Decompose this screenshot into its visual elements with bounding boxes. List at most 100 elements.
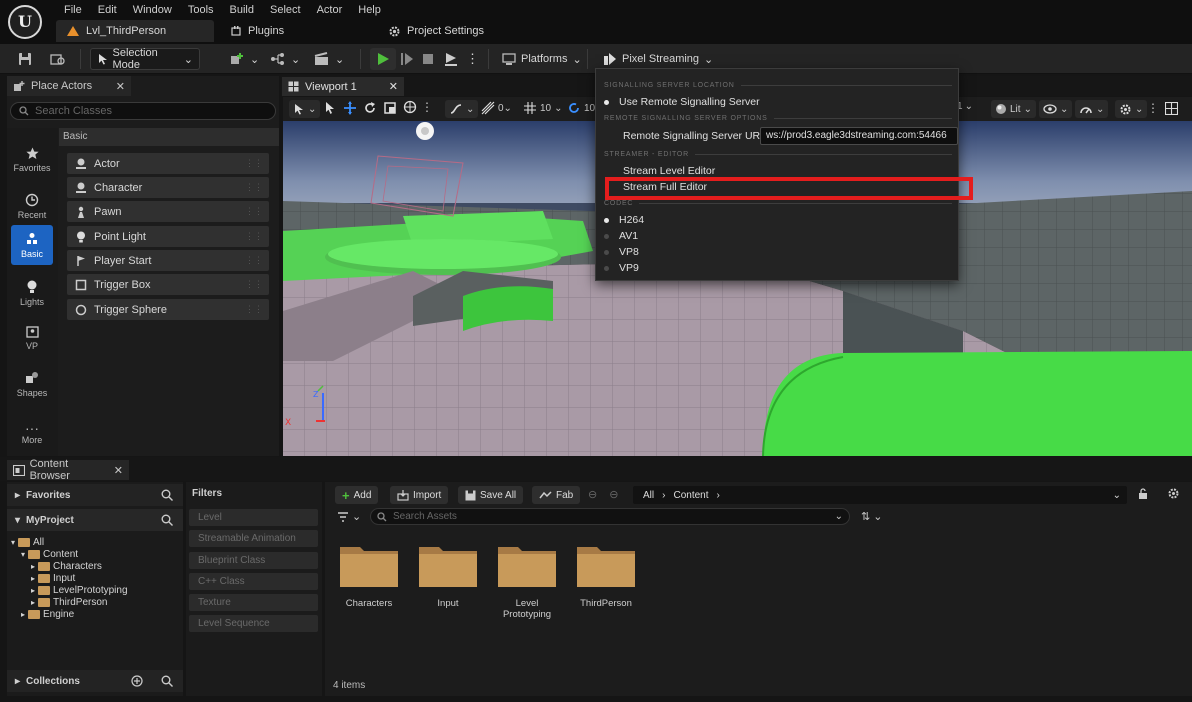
use-remote-signalling-option[interactable]: Use Remote Signalling Server — [604, 94, 760, 110]
category-favorites[interactable]: Favorites — [11, 140, 53, 180]
import-button[interactable]: Import — [390, 486, 449, 504]
actor-item-actor[interactable]: Actor ⋮⋮ — [67, 153, 269, 174]
favorites-header[interactable]: ▸ Favorites — [7, 484, 183, 506]
tab-plugins[interactable]: Plugins — [220, 20, 294, 42]
unreal-logo-icon[interactable]: U — [8, 5, 42, 39]
category-shapes[interactable]: Shapes — [11, 364, 53, 404]
category-recent[interactable]: Recent — [11, 186, 53, 226]
save-all-button[interactable]: Save All — [458, 486, 524, 504]
codec-vp8-option[interactable]: VP8 — [604, 244, 639, 260]
add-circle-icon[interactable] — [131, 675, 143, 687]
pixel-streaming-dropdown[interactable]: Pixel Streaming ⌄ — [597, 48, 719, 70]
tree-item-engine[interactable]: ▸ Engine — [21, 608, 74, 620]
menu-help[interactable]: Help — [350, 2, 389, 18]
tab-place-actors[interactable]: Place Actors ✕ — [7, 76, 131, 96]
chevron-down-icon[interactable]: ⌄ — [835, 511, 843, 522]
fab-button[interactable]: Fab — [532, 486, 581, 504]
filter-blueprint-class[interactable]: Blueprint Class — [189, 552, 318, 569]
folder-input[interactable]: Input — [412, 542, 484, 609]
lock-icon[interactable] — [1137, 487, 1149, 500]
breadcrumb-content[interactable]: Content — [673, 490, 708, 501]
tree-item-content[interactable]: ▾ Content — [21, 548, 78, 560]
add-button[interactable]: + Add — [335, 486, 379, 504]
search-icon[interactable] — [161, 514, 173, 526]
world-local-toggle[interactable]: ⋮ — [403, 100, 433, 114]
surface-snap-button[interactable]: ⌄ — [445, 100, 479, 118]
browse-icon[interactable] — [44, 48, 72, 70]
menu-actor[interactable]: Actor — [309, 2, 351, 18]
folder-characters[interactable]: Characters — [333, 542, 405, 609]
codec-h264-option[interactable]: H264 — [604, 212, 644, 228]
close-icon[interactable]: ✕ — [116, 80, 125, 93]
cinematics-button[interactable]: ⌄ — [308, 48, 350, 70]
folder-level-prototyping[interactable]: Level Prototyping — [491, 542, 563, 620]
search-assets-input[interactable]: Search Assets ⌄ — [370, 508, 850, 525]
sort-dropdown[interactable]: ⇅ ⌄ — [861, 510, 882, 523]
filter-level-sequence[interactable]: Level Sequence — [189, 615, 318, 632]
filter-streamable-animation[interactable]: Streamable Animation — [189, 530, 318, 547]
move-icon[interactable] — [343, 101, 357, 115]
search-icon[interactable] — [161, 489, 173, 501]
close-icon[interactable]: ✕ — [114, 464, 123, 477]
camera-speed[interactable]: 1 ⌄ — [957, 101, 973, 112]
rotation-snap-toggle[interactable]: 10 — [567, 101, 595, 115]
close-icon[interactable]: ✕ — [389, 80, 398, 93]
platforms-dropdown[interactable]: Platforms ⌄ — [496, 48, 588, 70]
menu-file[interactable]: File — [56, 2, 90, 18]
tab-level[interactable]: Lvl_ThirdPerson — [56, 20, 214, 42]
category-more[interactable]: ··· More — [11, 414, 53, 454]
menu-tools[interactable]: Tools — [180, 2, 222, 18]
save-icon[interactable] — [12, 48, 38, 70]
viewport-settings-dropdown[interactable]: ⌄ — [1115, 100, 1148, 118]
tree-item-thirdperson[interactable]: ▸ ThirdPerson — [31, 596, 107, 608]
tree-item-input[interactable]: ▸ Input — [31, 572, 75, 584]
location-snap-toggle[interactable]: 10 ⌄ — [523, 101, 563, 115]
tree-item-levelprototyping[interactable]: ▸ LevelPrototyping — [31, 584, 128, 596]
menu-edit[interactable]: Edit — [90, 2, 125, 18]
actor-item-trigger-box[interactable]: Trigger Box ⋮⋮ — [67, 274, 269, 295]
signalling-url-field[interactable]: ws://prod3.eagle3dstreaming.com:54466 — [760, 127, 958, 145]
add-content-button[interactable]: ⌄ — [223, 48, 265, 70]
tab-viewport-1[interactable]: Viewport 1 ✕ — [282, 77, 404, 96]
layout-icon[interactable] — [1165, 101, 1178, 115]
play-options-icon[interactable]: ⋮ — [460, 48, 485, 70]
filter-cpp-class[interactable]: C++ Class — [189, 573, 318, 590]
rotate-icon[interactable] — [363, 101, 377, 115]
select-icon[interactable] — [323, 101, 337, 115]
search-icon[interactable] — [161, 675, 173, 687]
viewport-options-icon[interactable]: ⋮ — [1147, 101, 1159, 115]
transform-tool-dropdown[interactable]: ⌄ — [289, 100, 321, 118]
play-button[interactable] — [370, 48, 396, 70]
actor-item-pawn[interactable]: Pawn ⋮⋮ — [67, 201, 269, 222]
back-icon[interactable]: ⊖ — [588, 488, 597, 501]
actor-item-point-light[interactable]: Point Light ⋮⋮ — [67, 226, 269, 247]
stop-button[interactable] — [416, 48, 440, 70]
view-mode-dropdown[interactable]: Lit ⌄ — [991, 100, 1036, 118]
tree-item-all[interactable]: ▾ All — [11, 536, 44, 548]
codec-vp9-option[interactable]: VP9 — [604, 260, 639, 276]
collections-header[interactable]: ▸ Collections — [7, 670, 183, 692]
tab-project-settings[interactable]: Project Settings — [378, 20, 494, 42]
grid-snap-toggle[interactable]: 0⌄ — [481, 101, 512, 115]
actor-item-character[interactable]: Character ⋮⋮ — [67, 177, 269, 198]
chevron-down-icon[interactable]: ⌄ — [1113, 490, 1121, 501]
filter-texture[interactable]: Texture — [189, 594, 318, 611]
forward-icon[interactable]: ⊖ — [609, 488, 618, 501]
codec-av1-option[interactable]: AV1 — [604, 228, 638, 244]
actor-item-trigger-sphere[interactable]: Trigger Sphere ⋮⋮ — [67, 299, 269, 320]
folder-thirdperson[interactable]: ThirdPerson — [570, 542, 642, 609]
selection-mode-dropdown[interactable]: Selection Mode ⌄ — [90, 47, 200, 71]
breadcrumb-all[interactable]: All — [643, 490, 654, 501]
filter-level[interactable]: Level — [189, 509, 318, 526]
category-vp[interactable]: VP — [11, 318, 53, 358]
show-flags-dropdown[interactable]: ⌄ — [1039, 100, 1073, 118]
menu-window[interactable]: Window — [125, 2, 180, 18]
filter-dropdown[interactable]: ⌄ — [337, 510, 361, 523]
scale-icon[interactable] — [383, 101, 397, 115]
tab-content-browser[interactable]: Content Browser ✕ — [7, 458, 129, 482]
category-basic[interactable]: Basic — [11, 225, 53, 265]
menu-build[interactable]: Build — [222, 2, 262, 18]
actor-item-player-start[interactable]: Player Start ⋮⋮ — [67, 250, 269, 271]
tree-item-characters[interactable]: ▸ Characters — [31, 560, 102, 572]
project-header[interactable]: ▾ MyProject — [7, 509, 183, 531]
